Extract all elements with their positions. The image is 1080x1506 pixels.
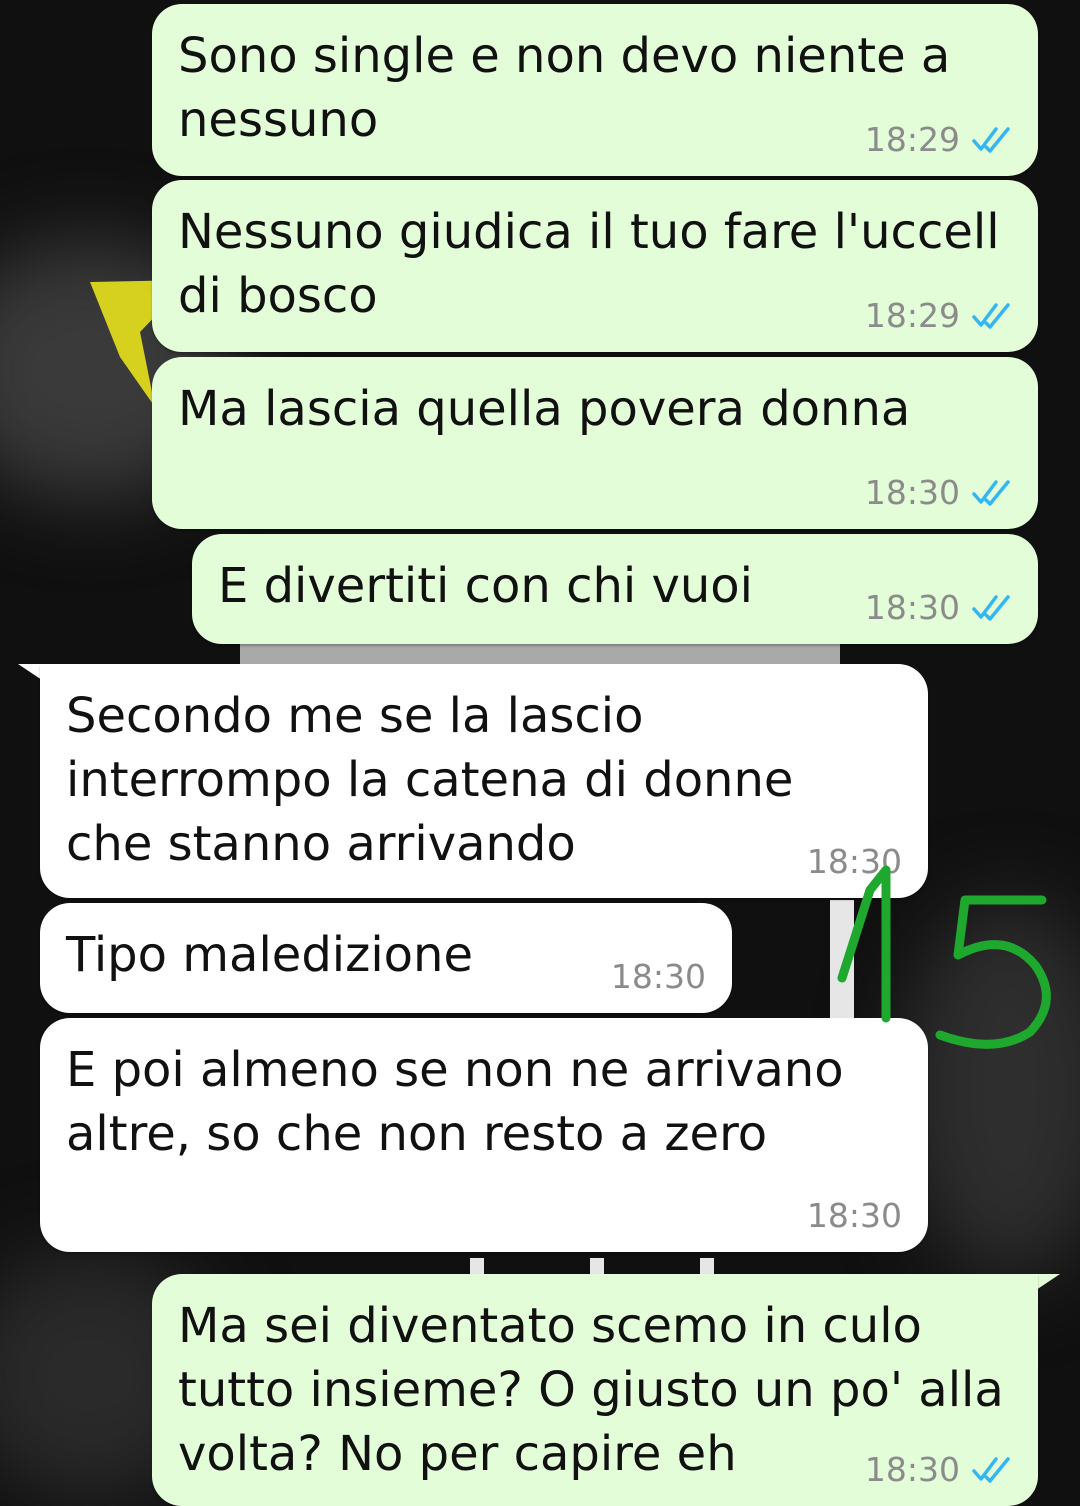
double-check-read-icon [972,480,1010,506]
message-time: 18:30 [806,1196,902,1235]
message-meta: 18:30 [865,475,1016,511]
message-meta: 18:29 [865,298,1016,334]
message-time: 18:30 [610,957,706,996]
message-text: Tipo maledizione [66,927,473,983]
message-bubble-outgoing[interactable]: Ma lascia quella povera donna 18:30 [152,357,1038,529]
message-text: Secondo me se la lascio interrompo la ca… [66,688,794,872]
message-time: 18:30 [806,842,902,881]
message-bubble-outgoing[interactable]: Nessuno giudica il tuo fare l'uccell di … [152,180,1038,352]
double-check-read-icon [972,595,1010,621]
message-time: 18:30 [864,588,960,627]
double-check-read-icon [972,1457,1010,1483]
double-check-read-icon [972,303,1010,329]
message-text: Sono single e non devo niente a nessuno [178,28,951,148]
message-bubble-outgoing[interactable]: E divertiti con chi vuoi 18:30 [192,534,1038,644]
message-meta: 18:30 [807,844,902,880]
message-time: 18:30 [864,473,960,512]
message-meta: 18:30 [865,590,1016,626]
message-bubble-outgoing[interactable]: Ma sei diventato scemo in culo tutto ins… [152,1274,1038,1506]
double-check-read-icon [972,127,1010,153]
message-text: E divertiti con chi vuoi [218,558,754,614]
wallpaper-shape [830,900,854,1020]
message-bubble-outgoing[interactable]: Sono single e non devo niente a nessuno … [152,4,1038,176]
message-time: 18:29 [864,296,960,335]
message-time: 18:30 [864,1450,960,1489]
message-bubble-incoming[interactable]: E poi almeno se non ne arrivano altre, s… [40,1018,928,1252]
message-meta: 18:30 [807,1198,902,1234]
message-bubble-incoming[interactable]: Secondo me se la lascio interrompo la ca… [40,664,928,898]
message-text: Ma lascia quella povera donna [178,381,911,437]
message-text: E poi almeno se non ne arrivano altre, s… [66,1042,844,1162]
message-meta: 18:29 [865,122,1016,158]
message-bubble-incoming[interactable]: Tipo maledizione 18:30 [40,903,732,1013]
message-time: 18:29 [864,120,960,159]
message-meta: 18:30 [611,959,706,995]
message-meta: 18:30 [865,1452,1016,1488]
